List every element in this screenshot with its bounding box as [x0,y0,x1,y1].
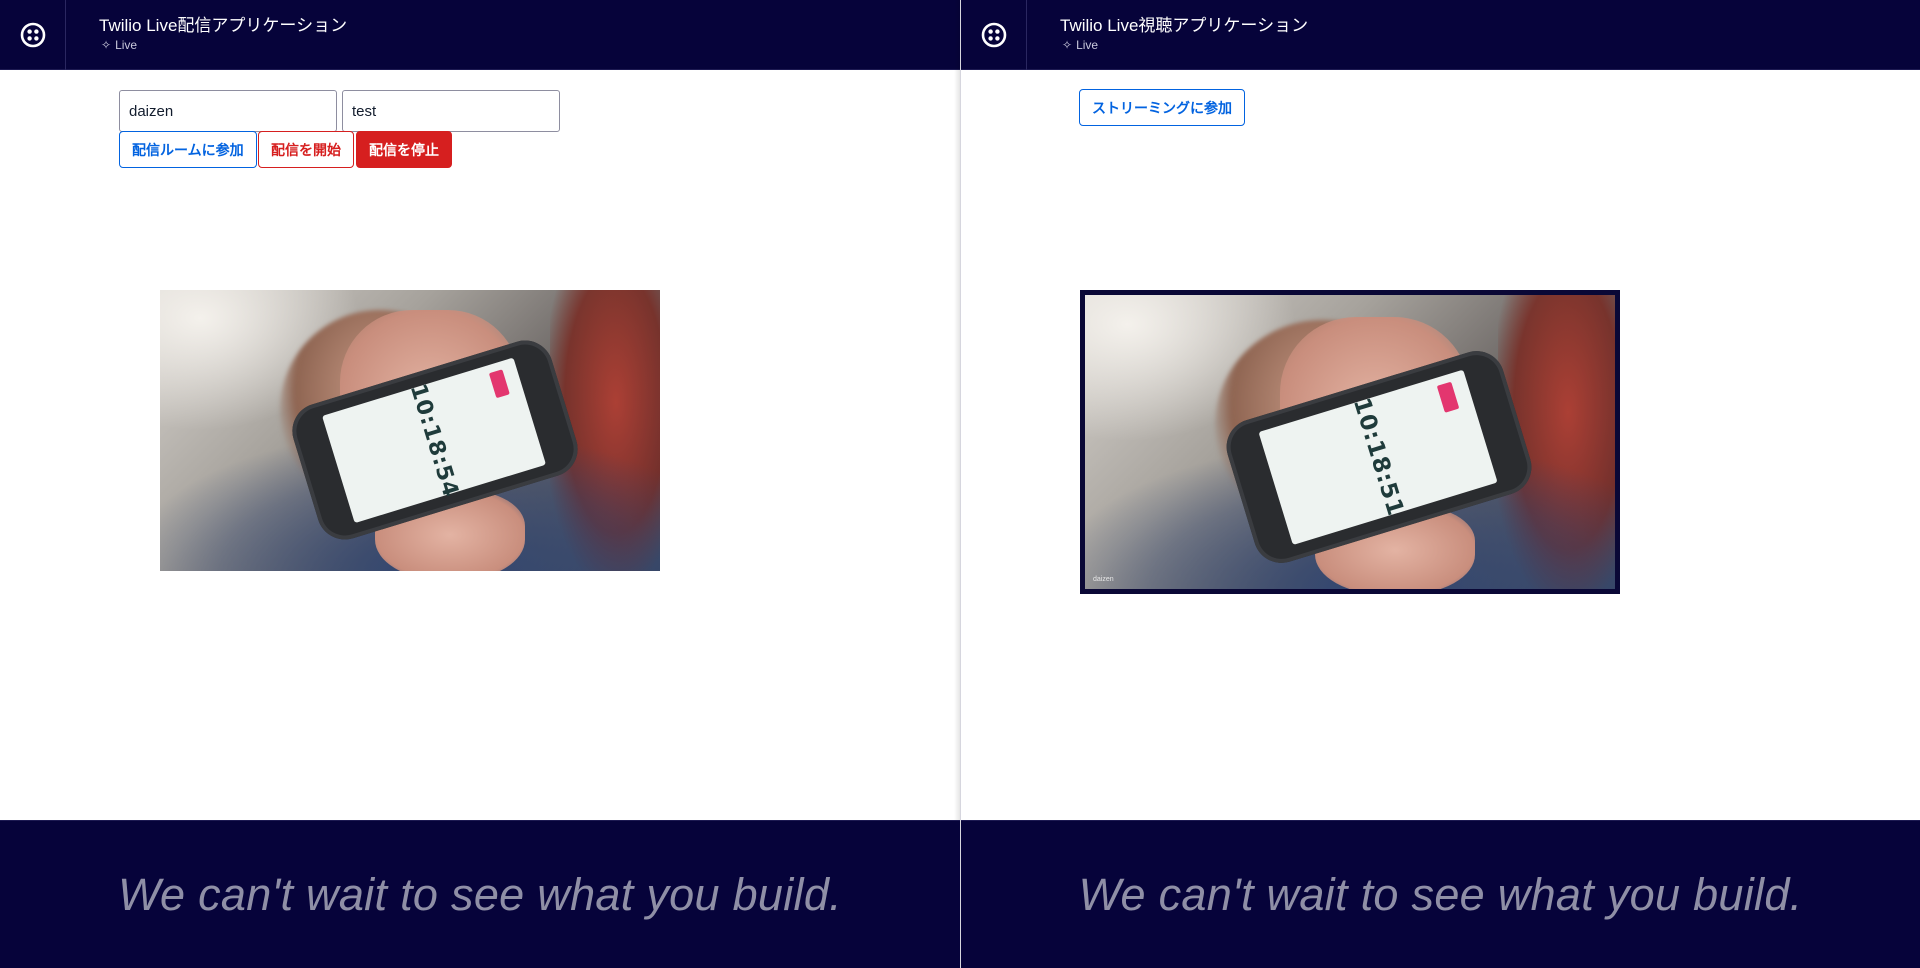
footer-tagline: We can't wait to see what you build. [1078,868,1803,920]
broadcaster-pane: Twilio Live配信アプリケーション ✧ Live 配信ルームに参加 配信… [0,0,960,968]
join-streaming-button[interactable]: ストリーミングに参加 [1079,89,1245,126]
sparkle-icon: ✧ [1062,38,1073,52]
start-broadcast-button[interactable]: 配信を開始 [258,131,354,168]
phone-clock: 10:18:54 [404,380,464,501]
viewer-pane: Twilio Live視聴アプリケーション ✧ Live ストリーミングに参加 … [960,0,1920,968]
pink-badge [488,369,510,399]
live-text: Live [115,38,138,52]
pink-badge [1436,381,1460,413]
stop-broadcast-button[interactable]: 配信を停止 [356,131,452,168]
broadcaster-header: Twilio Live配信アプリケーション ✧ Live [0,0,960,70]
live-label: ✧ Live [1062,38,1098,52]
app-title: Twilio Live視聴アプリケーション [1060,16,1309,35]
app-title: Twilio Live配信アプリケーション [99,16,348,35]
stream-video: 10:18:51 daizen [1085,295,1615,589]
identity-input[interactable] [119,90,337,132]
phone-clock: 10:18:51 [1347,394,1409,520]
viewer-footer: We can't wait to see what you build. [961,820,1920,968]
stream-player[interactable]: 10:18:51 daizen [1080,290,1620,594]
viewer-header: Twilio Live視聴アプリケーション ✧ Live [961,0,1920,70]
twilio-logo-icon[interactable] [961,0,1027,70]
live-label: ✧ Live [101,38,137,52]
twilio-logo-icon[interactable] [0,0,66,70]
join-broadcast-room-button[interactable]: 配信ルームに参加 [119,131,257,168]
participant-name-label: daizen [1093,576,1114,583]
footer-tagline: We can't wait to see what you build. [118,868,842,920]
broadcaster-footer: We can't wait to see what you build. [0,820,960,968]
live-text: Live [1076,38,1099,52]
local-video-preview: 10:18:54 [160,290,660,571]
room-name-input[interactable] [342,90,560,132]
sparkle-icon: ✧ [101,38,112,52]
